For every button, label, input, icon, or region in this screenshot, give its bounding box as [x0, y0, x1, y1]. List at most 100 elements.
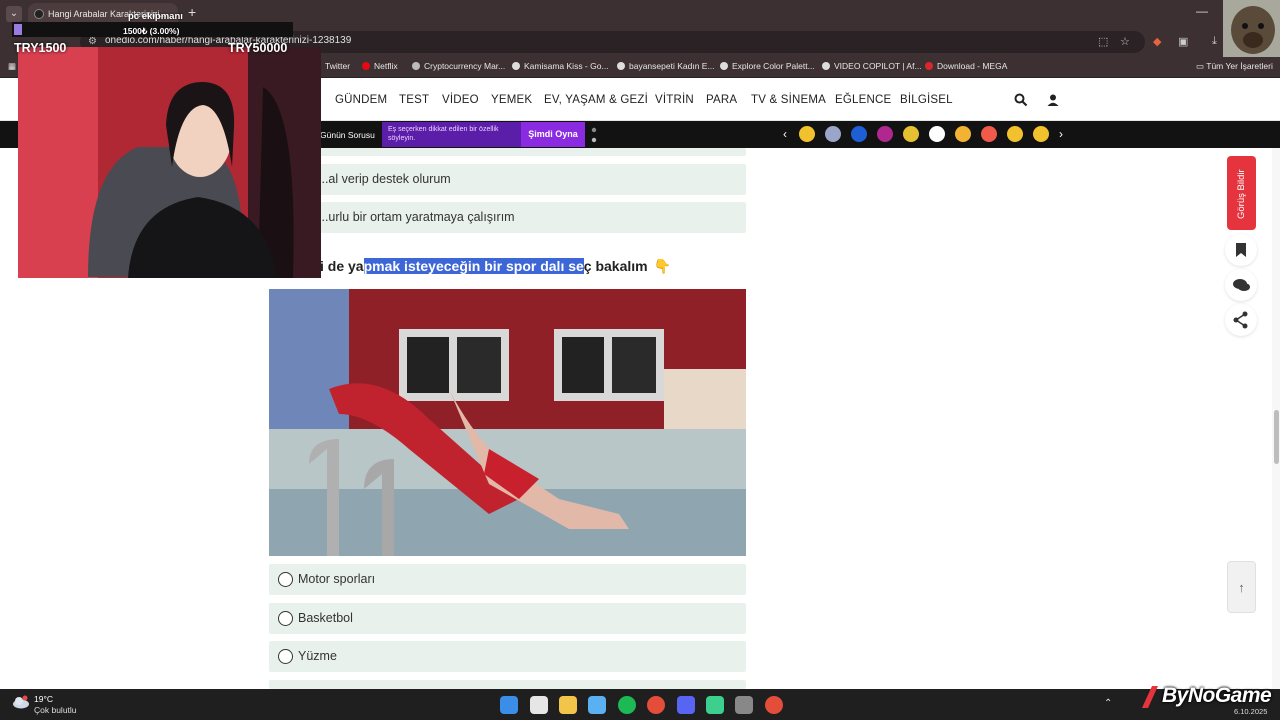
netflix-icon	[362, 62, 370, 70]
answer-option-partial[interactable]	[269, 680, 746, 689]
emoji-reaction-8[interactable]	[981, 126, 997, 142]
emoji-reaction-6[interactable]	[929, 126, 945, 142]
nav-gundem[interactable]: GÜNDEM	[335, 94, 387, 106]
answer-option[interactable]: Yüzme	[269, 641, 746, 672]
bookmark-star-icon[interactable]: ☆	[1120, 35, 1130, 48]
pointing-down-emoji-icon: 👇	[653, 258, 672, 274]
all-bookmarks-folder[interactable]: ▭ Tüm Yer İşaretleri	[1196, 61, 1273, 72]
emoji-reaction-4[interactable]	[877, 126, 893, 142]
previous-option-label: ...al verip destek olurum	[318, 172, 451, 186]
apps-grid-icon[interactable]: ▦	[8, 61, 16, 72]
bookmark-twitter[interactable]: Twitter	[325, 61, 350, 71]
stream-goal-title: pc ekipmanı	[128, 11, 183, 22]
nav-vitrin[interactable]: VİTRİN	[655, 94, 694, 106]
extension-icon[interactable]: ◆	[1153, 35, 1161, 48]
previous-option[interactable]: ...al verip destek olurum	[269, 164, 746, 195]
install-app-icon[interactable]: ⬚	[1098, 35, 1108, 48]
scroll-to-top-button[interactable]: ↑	[1227, 561, 1256, 613]
bookmark-video-copilot[interactable]: VIDEO COPILOT | Af...	[822, 61, 922, 71]
bookmark-color-palette[interactable]: Explore Color Palett...	[720, 61, 815, 71]
nav-video[interactable]: VİDEO	[442, 94, 479, 106]
nav-test[interactable]: TEST	[399, 94, 429, 106]
comments-icon[interactable]	[1225, 269, 1257, 301]
discord-icon[interactable]	[677, 696, 695, 714]
emoji-reaction-5[interactable]	[903, 126, 919, 142]
carousel-prev-icon[interactable]: ‹	[783, 126, 787, 142]
answer-option[interactable]: Basketbol	[269, 603, 746, 634]
carousel-next-icon[interactable]: ›	[1059, 126, 1063, 142]
promo-banner-text[interactable]: Eş seçerken dikkat edilen bir özellik sö…	[382, 122, 521, 147]
share-icon[interactable]	[1225, 304, 1257, 336]
stream-goal-target: TRY50000	[228, 41, 288, 55]
crypto-icon	[412, 62, 420, 70]
previous-option[interactable]: ...urlu bir ortam yaratmaya çalışırım	[269, 202, 746, 233]
search-icon[interactable]	[1014, 93, 1028, 107]
play-now-button[interactable]: Şimdi Oyna	[521, 122, 585, 147]
answer-option-label: Basketbol	[298, 611, 353, 625]
weather-temperature[interactable]: 19°C	[34, 694, 53, 704]
extensions-puzzle-icon[interactable]: ▣	[1178, 35, 1188, 48]
nav-para[interactable]: PARA	[706, 94, 737, 106]
bookmark-icon[interactable]	[1225, 234, 1257, 266]
bookmark-kamisama[interactable]: Kamisama Kiss - Go...	[512, 61, 609, 71]
radio-button[interactable]	[278, 649, 293, 664]
user-icon[interactable]	[1046, 93, 1060, 107]
bookmark-netflix[interactable]: Netflix	[362, 61, 398, 71]
daily-question-label[interactable]: Günün Sorusu	[320, 130, 375, 140]
emoji-reaction-2[interactable]	[825, 126, 841, 142]
minimize-window-icon[interactable]: —	[1196, 4, 1208, 18]
nav-ev-yasam-gezi[interactable]: EV, YAŞAM & GEZİ	[544, 94, 648, 106]
question-heading: i de yapmak isteyeceğin bir spor dalı se…	[320, 258, 671, 275]
game-app-icon[interactable]	[706, 696, 724, 714]
site-info-icon[interactable]: ⚙	[88, 36, 97, 47]
nav-bilgisel[interactable]: BİLGİSEL	[900, 94, 953, 106]
radio-button[interactable]	[278, 611, 293, 626]
selected-text: pmak isteyeceğin bir spor dalı se	[363, 258, 584, 274]
previous-option-partial[interactable]	[269, 148, 746, 156]
answer-option[interactable]: Motor sporları	[269, 564, 746, 595]
stream-goal-progress: 1500₺ (3.00%)	[123, 26, 180, 36]
bookmark-crypto[interactable]: Cryptocurrency Mar...	[412, 61, 505, 71]
start-menu-icon[interactable]	[500, 696, 518, 714]
copilot-icon[interactable]	[588, 696, 606, 714]
bookmark-bayansepeti[interactable]: bayansepeti Kadın E...	[617, 61, 715, 71]
feedback-label[interactable]: Görüş Bildir	[1228, 166, 1256, 222]
bynogame-watermark: ByNoGame	[1162, 684, 1272, 707]
chrome-icon[interactable]	[647, 696, 665, 714]
new-tab-button[interactable]: +	[188, 4, 196, 20]
question-text-end: ç bakalım	[583, 258, 648, 274]
emoji-reaction-7[interactable]	[955, 126, 971, 142]
emoji-reaction-3[interactable]	[851, 126, 867, 142]
bookmark-mega[interactable]: Download - MEGA	[925, 61, 1007, 71]
nav-eglence[interactable]: EĞLENCE	[835, 94, 891, 106]
scrollbar-thumb[interactable]	[1274, 410, 1279, 464]
streamer-webcam	[18, 47, 321, 278]
obs-icon[interactable]	[735, 696, 753, 714]
bynogame-logo-icon	[1142, 686, 1158, 708]
taskbar-date[interactable]: 6.10.2025	[1234, 707, 1267, 716]
nav-yemek[interactable]: YEMEK	[491, 94, 532, 106]
globe-icon	[822, 62, 830, 70]
emoji-reaction-10[interactable]	[1033, 126, 1049, 142]
nav-tv-sinema[interactable]: TV & SİNEMA	[751, 94, 826, 106]
promo-dots-icon	[591, 127, 597, 143]
globe-icon	[617, 62, 625, 70]
chrome-active-icon[interactable]	[765, 696, 783, 714]
windows-taskbar	[0, 689, 1280, 720]
weather-condition[interactable]: Çok bulutlu	[34, 705, 77, 715]
mega-icon	[925, 62, 933, 70]
emoji-reaction-1[interactable]	[799, 126, 815, 142]
previous-option-label: ...urlu bir ortam yaratmaya çalışırım	[318, 210, 515, 224]
emoji-reaction-9[interactable]	[1007, 126, 1023, 142]
answer-option-label: Yüzme	[298, 649, 337, 663]
cloud-weather-icon[interactable]	[12, 695, 30, 709]
file-explorer-icon[interactable]	[559, 696, 577, 714]
tab-search-chevron-icon[interactable]: ⌄	[6, 6, 22, 22]
globe-icon	[720, 62, 728, 70]
tab-favicon-icon	[34, 9, 44, 19]
tray-overflow-chevron-icon[interactable]: ⌃	[1104, 698, 1112, 709]
task-view-icon[interactable]	[530, 696, 548, 714]
download-icon[interactable]: ⤓	[1212, 35, 1217, 48]
radio-button[interactable]	[278, 572, 293, 587]
spotify-icon[interactable]	[618, 696, 636, 714]
